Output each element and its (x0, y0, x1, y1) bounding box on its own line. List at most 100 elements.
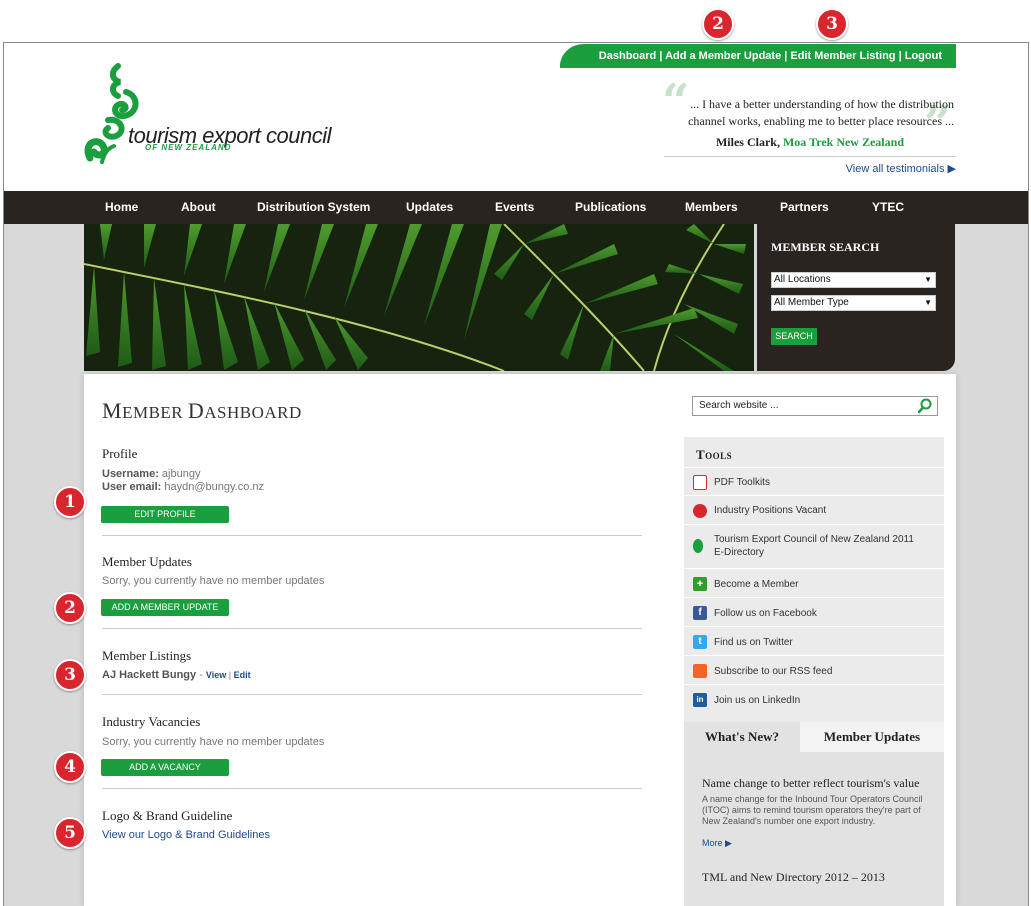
testimonial-line-1: ... I have a better understanding of how… (690, 97, 954, 111)
tool-industry-positions[interactable]: Industry Positions Vacant (684, 495, 944, 524)
separator: | (659, 50, 663, 62)
location-select[interactable]: All Locations ▼ (771, 272, 936, 288)
utility-bar: Dashboard | Add a Member Update | Edit M… (560, 44, 956, 68)
link-add-member-update[interactable]: Add a Member Update (665, 50, 781, 62)
listing-name: AJ Hackett Bungy (102, 669, 197, 681)
tool-label: Subscribe to our RSS feed (714, 666, 833, 677)
add-member-update-button[interactable]: ADD A MEMBER UPDATE (101, 599, 229, 616)
news-item-title[interactable]: Name change to better reflect tourism's … (702, 776, 919, 791)
nav-home[interactable]: Home (105, 191, 138, 224)
nav-about[interactable]: About (181, 191, 216, 224)
news-more-link[interactable]: More ▶ (702, 838, 934, 849)
member-search-button[interactable]: SEARCH (771, 328, 817, 345)
nav-events[interactable]: Events (495, 191, 534, 224)
site-search-placeholder: Search website ... (699, 400, 779, 411)
member-listings-title: Member Listings (102, 648, 192, 663)
separator: | (898, 50, 902, 62)
content-panel: MEMBER DASHBOARD Profile Username: ajbun… (84, 374, 956, 906)
testimonial-author: Miles Clark, Moa Trek New Zealand (664, 135, 904, 150)
section-divider (102, 788, 642, 789)
nav-updates[interactable]: Updates (406, 191, 453, 224)
news-tabs: What's New? Member Updates Name change t… (684, 722, 944, 906)
tool-label: Follow us on Facebook (714, 608, 817, 619)
link-dashboard[interactable]: Dashboard (599, 50, 656, 62)
section-divider (102, 628, 642, 629)
tool-label: Find us on Twitter (714, 637, 793, 648)
tab-whats-new[interactable]: What's New? (684, 722, 800, 752)
industry-vacancies-text: Sorry, you currently have no member upda… (102, 736, 325, 748)
tool-become-member[interactable]: + Become a Member (684, 568, 944, 597)
news-item-title[interactable]: TML and New Directory 2012 – 2013 (702, 870, 885, 885)
tool-twitter[interactable]: t Find us on Twitter (684, 626, 944, 655)
nav-members[interactable]: Members (685, 191, 738, 224)
marker-3-top: 3 (816, 8, 848, 40)
add-vacancy-button[interactable]: ADD A VACANCY (101, 759, 229, 776)
link-edit-member-listing[interactable]: Edit Member Listing (790, 50, 895, 62)
utility-links: Dashboard | Add a Member Update | Edit M… (599, 44, 956, 68)
nav-distribution-system[interactable]: Distribution System (257, 191, 370, 224)
username-value: ajbungy (161, 468, 201, 480)
member-type-select-value: All Member Type (774, 297, 849, 308)
tool-label-line-1: Tourism Export Council of New Zealand 20… (714, 534, 914, 545)
title-rest: ASHBOARD (204, 403, 302, 422)
page-title: MEMBER DASHBOARD (102, 398, 302, 424)
listing-edit-link[interactable]: Edit (234, 670, 251, 680)
tool-label: Tourism Export Council of New Zealand 20… (714, 533, 914, 559)
chevron-down-icon: ▼ (924, 275, 932, 284)
title-cap: D (187, 398, 205, 423)
facebook-icon: f (693, 606, 707, 620)
testimonial-divider (664, 156, 956, 157)
member-type-select[interactable]: All Member Type ▼ (771, 295, 936, 311)
tab-member-updates[interactable]: Member Updates (800, 722, 944, 752)
view-all-testimonials-link[interactable]: View all testimonials ▶ (664, 162, 956, 175)
tool-label: Industry Positions Vacant (714, 505, 827, 516)
testimonial-quote: ... I have a better understanding of how… (664, 96, 954, 130)
listing-separator: | (226, 670, 234, 680)
testimonial-company[interactable]: Moa Trek New Zealand (783, 135, 904, 149)
link-logout[interactable]: Logout (905, 50, 942, 62)
logo-koru-icon[interactable] (82, 62, 142, 172)
testimonial-line-2: channel works, enabling me to better pla… (688, 114, 954, 128)
profile-title: Profile (102, 446, 138, 461)
chevron-down-icon: ▼ (924, 298, 932, 307)
listing-dash: - (196, 669, 206, 681)
tool-facebook[interactable]: f Follow us on Facebook (684, 597, 944, 626)
tool-label-line-2: E-Directory (714, 547, 765, 558)
title-rest: EMBER (122, 403, 188, 422)
news-item-text: A name change for the Inbound Tour Opera… (702, 794, 923, 826)
pdf-icon (693, 475, 707, 490)
email-label: User email: (102, 481, 162, 493)
tec-logo-icon (693, 539, 703, 553)
acrobat-icon (693, 504, 707, 518)
marker-2: 2 (54, 592, 86, 624)
member-listing-row: AJ Hackett Bungy - View | Edit (102, 669, 251, 682)
tool-label: PDF Toolkits (714, 477, 770, 488)
tool-label: Become a Member (714, 579, 799, 590)
tool-linkedin[interactable]: in Join us on LinkedIn (684, 684, 944, 713)
marker-3: 3 (54, 659, 86, 691)
linkedin-icon: in (693, 693, 707, 707)
marker-1: 1 (54, 486, 86, 518)
marker-5: 5 (54, 817, 86, 849)
tool-pdf-toolkits[interactable]: PDF Toolkits (684, 467, 944, 495)
profile-username: Username: ajbungy (102, 468, 200, 481)
title-cap: M (102, 398, 123, 423)
site-search-input[interactable]: Search website ... (692, 396, 938, 416)
nav-publications[interactable]: Publications (575, 191, 646, 224)
member-search-title: MEMBER SEARCH (771, 240, 880, 254)
brand-guideline-link[interactable]: View our Logo & Brand Guidelines (102, 829, 270, 842)
tab-content: Name change to better reflect tourism's … (684, 752, 944, 906)
nav-partners[interactable]: Partners (780, 191, 829, 224)
marker-4: 4 (54, 751, 86, 783)
search-icon[interactable] (917, 398, 933, 414)
profile-email: User email: haydn@bungy.co.nz (102, 481, 264, 494)
tools-title: Tools (696, 447, 733, 462)
listing-view-link[interactable]: View (206, 670, 226, 680)
tool-e-directory[interactable]: Tourism Export Council of New Zealand 20… (684, 524, 944, 568)
member-updates-text: Sorry, you currently have no member upda… (102, 575, 325, 587)
nav-ytec[interactable]: YTEC (872, 191, 904, 224)
edit-profile-button[interactable]: EDIT PROFILE (101, 506, 229, 523)
brand-guideline-title: Logo & Brand Guideline (102, 808, 233, 823)
main-nav: Home About Distribution System Updates E… (4, 191, 1028, 224)
tool-rss[interactable]: Subscribe to our RSS feed (684, 655, 944, 684)
